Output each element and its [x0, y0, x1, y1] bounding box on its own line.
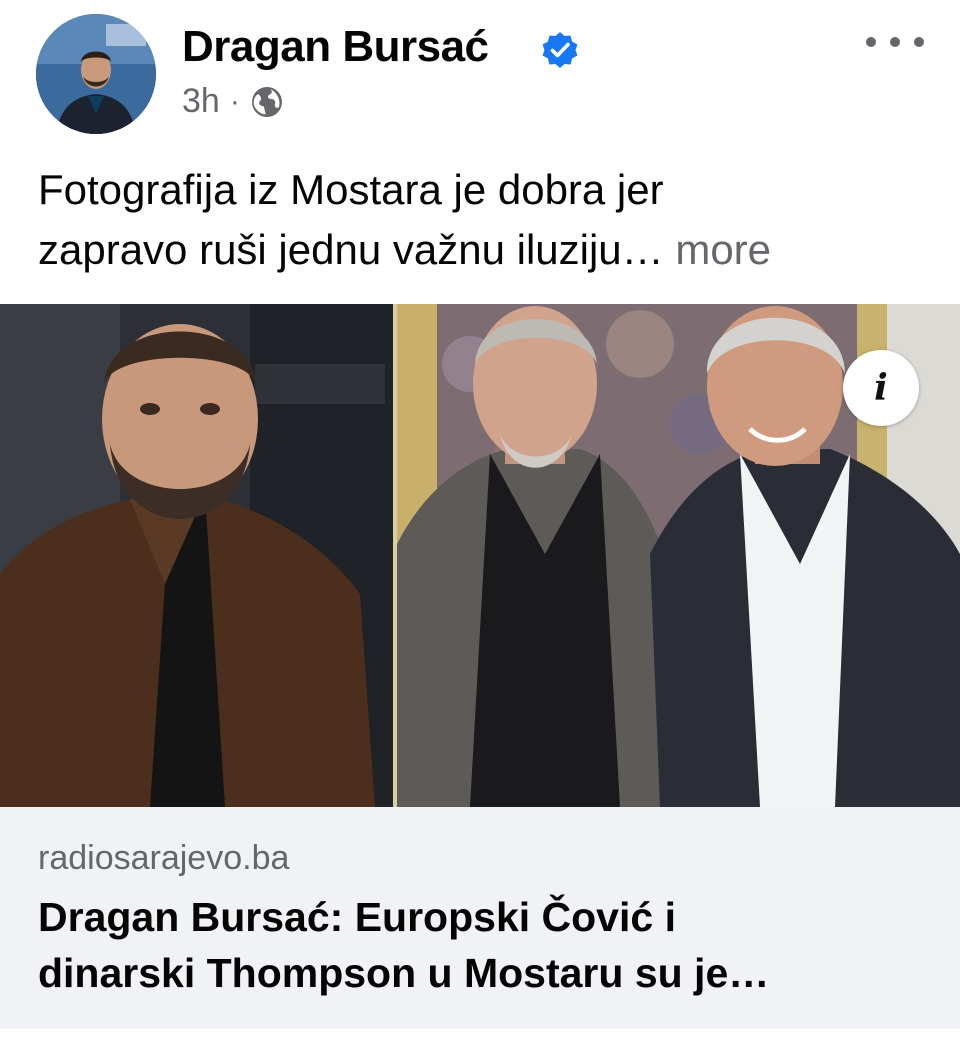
news-photo-collage [0, 304, 960, 807]
ad-info-button[interactable]: i [843, 350, 919, 426]
see-more-link[interactable]: more [675, 226, 771, 273]
caption-line: Fotografija iz Mostara je dobra jer [38, 166, 664, 213]
link-domain: radiosarajevo.ba [38, 839, 290, 877]
more-options-button[interactable] [866, 26, 924, 58]
facebook-post: Dragan Bursać 3h · Fotografija iz Mostar… [0, 0, 960, 1039]
link-preview-footer[interactable]: radiosarajevo.ba Dragan Bursać: Europski… [0, 807, 960, 1029]
post-meta: 3h · [182, 82, 284, 121]
post-timestamp[interactable]: 3h [182, 82, 220, 121]
post-caption: Fotografija iz Mostara je dobra jer zapr… [38, 160, 938, 280]
link-preview-image[interactable] [0, 304, 960, 807]
caption-line-text: zapravo ruši jednu važnu iluziju… [38, 226, 664, 273]
link-title: Dragan Bursać: Europski Čović i dinarski… [38, 889, 928, 1001]
link-title-line: dinarski Thompson u Mostaru su je… [38, 950, 770, 996]
avatar-photo [36, 14, 156, 134]
caption-line: zapravo ruši jednu važnu iluziju… more [38, 220, 938, 280]
link-title-line: Dragan Bursać: Europski Čović i [38, 894, 676, 940]
dot-icon [914, 37, 924, 47]
author-name[interactable]: Dragan Bursać [182, 22, 489, 72]
globe-icon[interactable] [250, 85, 284, 119]
meta-separator: · [229, 84, 240, 118]
dot-icon [866, 37, 876, 47]
verified-badge-icon [542, 32, 578, 68]
dot-icon [890, 37, 900, 47]
info-icon: i [874, 367, 888, 409]
author-avatar[interactable] [36, 14, 156, 134]
